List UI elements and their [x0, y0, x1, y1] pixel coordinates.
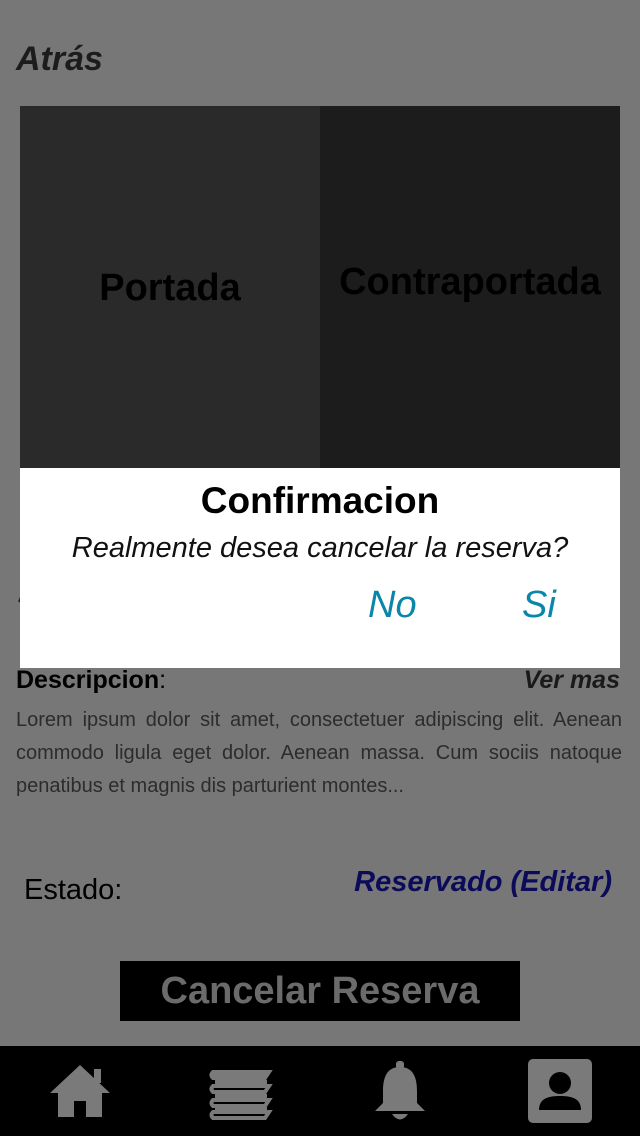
dialog-title: Confirmacion [200, 480, 440, 521]
books-icon [209, 1070, 273, 1120]
front-cover-label: Portada [99, 266, 241, 309]
cancel-reservation-button[interactable]: Cancelar Reserva [120, 961, 520, 1021]
description-colon: : [159, 666, 167, 694]
status-label: Estado: [24, 874, 123, 906]
back-cover-label: Contraportada [339, 260, 601, 303]
status-edit-link[interactable]: Reservado (Editar) [354, 866, 612, 899]
nav-books[interactable] [180, 1046, 300, 1136]
front-cover-image[interactable]: Portada [20, 106, 320, 468]
bottom-navigation [0, 1046, 640, 1136]
description-heading: Descripcion: [16, 666, 166, 695]
dialog-no-button[interactable]: No [368, 584, 417, 627]
nav-profile[interactable] [500, 1046, 620, 1136]
nav-notifications[interactable] [340, 1046, 460, 1136]
screen: Atrás Portada Contraportada Descripcion:… [0, 0, 640, 1136]
back-cover-image[interactable]: Contraportada [320, 106, 620, 468]
home-icon [50, 1065, 110, 1117]
dialog-message: Realmente desea cancelar la reserva? [71, 532, 569, 564]
description-text: Lorem ipsum dolor sit amet, consectetuer… [16, 709, 622, 797]
description-label: Descripcion [16, 666, 160, 694]
nav-home[interactable] [20, 1046, 140, 1136]
dialog-yes-button[interactable]: Si [522, 584, 556, 627]
back-link[interactable]: Atrás [16, 40, 103, 79]
profile-icon [528, 1059, 592, 1123]
bell-icon [375, 1061, 425, 1120]
see-more-link[interactable]: Ver mas [524, 666, 620, 695]
